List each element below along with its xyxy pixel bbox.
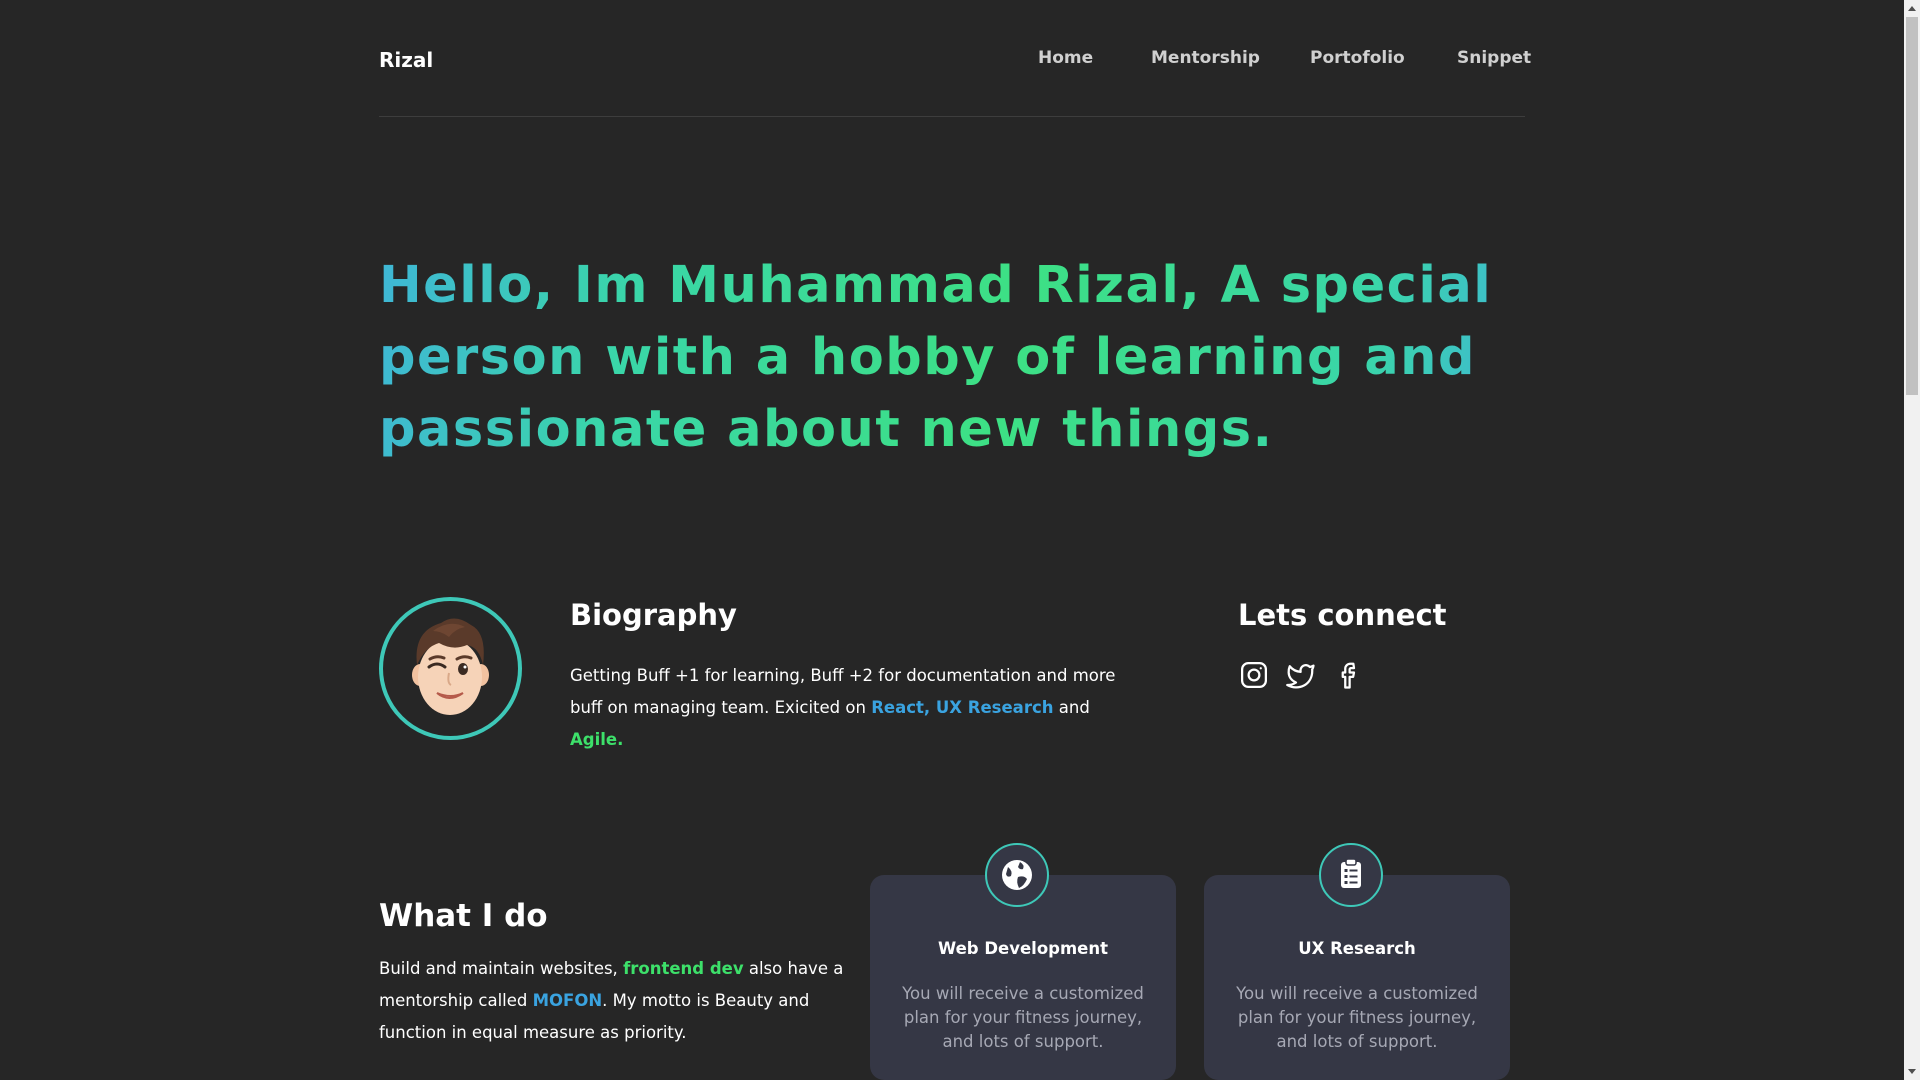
what-i-do-text: Build and maintain websites, frontend de… — [379, 953, 849, 1049]
card-title: UX Research — [1298, 939, 1416, 958]
biography-highlight-skills: React, UX Research — [871, 698, 1054, 717]
card-title: Web Development — [937, 939, 1108, 958]
nav-portofolio-link[interactable]: Portofolio — [1310, 48, 1405, 68]
biography-text-part: and — [1053, 698, 1090, 717]
scroll-down-arrow-icon[interactable] — [1904, 1063, 1920, 1080]
biography-title: Biography — [570, 598, 737, 632]
biography-text: Getting Buff +1 for learning, Buff +2 fo… — [570, 660, 1130, 756]
page-scrollbar[interactable] — [1904, 0, 1920, 1080]
site-logo[interactable]: Rizal — [379, 48, 433, 72]
card-description: You will receive a customized plan for y… — [902, 984, 1144, 1051]
what-i-do-text-part: Build and maintain websites, — [379, 959, 624, 978]
nav-mentorship-link[interactable]: Mentorship — [1151, 48, 1260, 68]
service-card-ux-research: UX Research You will receive a customize… — [1204, 843, 1510, 1080]
avatar-memoji-image — [412, 618, 489, 715]
scroll-up-arrow-icon[interactable] — [1904, 0, 1920, 17]
page: Rizal Home Mentorship Portofolio Snippet… — [0, 0, 1904, 1080]
avatar — [379, 597, 522, 740]
scrollbar-thumb[interactable] — [1906, 17, 1918, 395]
service-card-web-development: Web Development You will receive a custo… — [870, 843, 1176, 1080]
card-description: You will receive a customized plan for y… — [1236, 984, 1478, 1051]
hero-headline: Hello, Im Muhammad Rizal, A special pers… — [379, 250, 1519, 466]
instagram-icon[interactable] — [1239, 660, 1269, 690]
biography-highlight-agile: Agile. — [570, 730, 624, 749]
nav-home-link[interactable]: Home — [1038, 48, 1093, 68]
nav-snippet-link[interactable]: Snippet — [1457, 48, 1531, 68]
twitter-icon[interactable] — [1286, 660, 1316, 690]
card-icon-badge — [1319, 843, 1383, 907]
clipboard-icon — [1341, 858, 1361, 888]
globe-icon — [1002, 860, 1032, 890]
what-i-do-title: What I do — [379, 898, 548, 934]
header-divider — [379, 116, 1525, 117]
what-i-do-highlight-frontend: frontend dev — [623, 959, 744, 978]
facebook-icon[interactable] — [1334, 660, 1364, 690]
connect-title: Lets connect — [1238, 598, 1447, 632]
what-i-do-highlight-mofon: MOFON — [532, 991, 603, 1010]
card-icon-badge — [985, 843, 1049, 907]
